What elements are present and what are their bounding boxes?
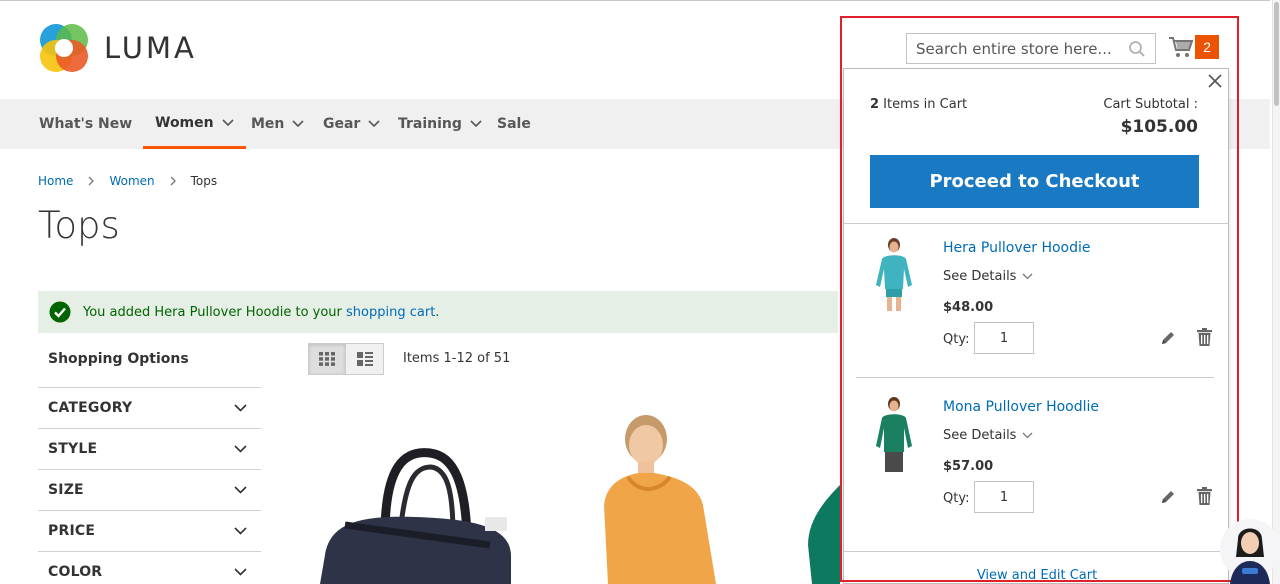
close-icon[interactable] [1208,74,1222,88]
product-price: $48.00 [943,300,994,315]
breadcrumb-women[interactable]: Women [109,174,154,188]
search-input[interactable] [907,34,1117,63]
items-count-number: 2 [870,97,880,112]
qty-label: Qty: [943,491,970,506]
nav-item-men[interactable]: Men [251,99,304,149]
chevron-down-icon [234,404,247,412]
chevron-right-icon [88,176,95,186]
proceed-to-checkout-button[interactable]: Proceed to Checkout [870,155,1199,208]
view-and-edit-cart-link[interactable]: View and Edit Cart [844,568,1228,583]
nav-item-training[interactable]: Training [398,99,482,149]
view-mode-switcher [308,343,384,375]
product-image-duffle-bag[interactable] [315,445,515,584]
luma-logo-icon [40,24,88,72]
nav-item-label: Training [398,116,462,132]
product-thumbnail[interactable] [866,396,922,474]
logo-text: LUMA [104,31,197,65]
cart-icon[interactable] [1168,35,1194,59]
nav-item-gear[interactable]: Gear [323,99,380,149]
trash-icon[interactable] [1197,328,1212,346]
cart-subtotal-value: $105.00 [1120,117,1198,137]
product-name-link[interactable]: Hera Pullover Hoodie [943,240,1091,256]
chevron-down-icon [234,527,247,535]
filter-label: CATEGORY [48,400,133,416]
product-thumbnail[interactable] [866,237,922,315]
chevron-down-icon [470,120,482,128]
chevron-down-icon [234,486,247,494]
minicart-item-divider [856,377,1214,378]
grid-icon [319,352,335,366]
shopping-cart-link[interactable]: shopping cart [346,305,435,320]
pencil-icon[interactable] [1160,489,1176,505]
chat-avatar[interactable] [1220,513,1280,584]
breadcrumb-current: Tops [190,174,218,188]
nav-item-label: Men [251,116,285,132]
chevron-down-icon [1022,273,1033,280]
minicart-item: Mona Pullover Hoodlie See Details $57.00… [856,382,1214,532]
chevron-right-icon [170,176,176,186]
store-logo[interactable]: LUMA [38,22,197,74]
see-details-label: See Details [943,269,1017,284]
breadcrumb: Home Women Tops [38,174,217,188]
message-suffix: . [435,304,440,320]
nav-item-label: What's New [39,116,133,132]
chevron-down-icon [1022,432,1033,439]
items-count: Items 1-12 of 51 [403,351,511,366]
search-box [906,33,1156,64]
nav-item-label: Women [155,114,214,131]
cart-subtotal-label: Cart Subtotal : [1103,97,1198,112]
minicart-divider [844,551,1228,552]
filter-style[interactable]: STYLE [38,428,261,469]
chevron-down-icon [222,118,234,126]
nav-item-sale[interactable]: Sale [497,99,531,149]
qty-input[interactable] [974,322,1034,354]
see-details-toggle[interactable]: See Details [943,428,1033,443]
qty-input[interactable] [974,481,1034,513]
chevron-down-icon [234,568,247,576]
window-top-border [0,0,1270,1]
cart-count-badge[interactable]: 2 [1195,35,1219,59]
product-name-link[interactable]: Mona Pullover Hoodlie [943,399,1099,415]
chevron-down-icon [234,445,247,453]
minicart-item: Hera Pullover Hoodie See Details $48.00 … [856,223,1214,373]
filter-price[interactable]: PRICE [38,510,261,551]
see-details-label: See Details [943,428,1017,443]
chevron-down-icon [292,120,304,128]
success-message: You added Hera Pullover Hoodie to your s… [38,291,838,333]
filter-label: COLOR [48,564,103,580]
filter-label: SIZE [48,482,84,498]
list-view-button[interactable] [346,343,384,375]
qty-label: Qty: [943,332,970,347]
checkmark-circle-icon [49,301,71,323]
product-image-green-top-partial[interactable] [800,485,840,584]
shopping-options-title: Shopping Options [48,351,189,367]
search-icon[interactable] [1128,40,1146,58]
nav-item-whats-new[interactable]: What's New [39,99,132,149]
pencil-icon[interactable] [1160,330,1176,346]
filter-label: STYLE [48,441,98,457]
minicart-items-count: 2 Items in Cart [870,97,967,112]
trash-icon[interactable] [1197,487,1212,505]
nav-item-label: Sale [497,116,531,132]
page-title: Tops [38,204,120,247]
breadcrumb-home[interactable]: Home [38,174,73,188]
message-text: You added Hera Pullover Hoodie to your s… [83,305,439,320]
filter-color[interactable]: COLOR [38,551,261,584]
filter-size[interactable]: SIZE [38,469,261,510]
page-scrollbar[interactable] [1272,0,1280,584]
product-image-yellow-top[interactable] [598,415,723,584]
chevron-down-icon [368,120,380,128]
list-icon [356,352,373,366]
scrollbar-thumb[interactable] [1274,2,1279,106]
grid-view-button[interactable] [308,343,346,375]
product-price: $57.00 [943,459,994,474]
filter-category[interactable]: CATEGORY [38,387,261,428]
filter-label: PRICE [48,523,96,539]
see-details-toggle[interactable]: See Details [943,269,1033,284]
message-prefix: You added Hera Pullover Hoodie to your [83,304,347,320]
items-count-label: Items in Cart [879,97,968,112]
minicart-dropdown: 2 Items in Cart Cart Subtotal : $105.00 … [843,68,1229,584]
nav-item-label: Gear [323,116,361,132]
nav-item-women[interactable]: Women [143,99,246,149]
